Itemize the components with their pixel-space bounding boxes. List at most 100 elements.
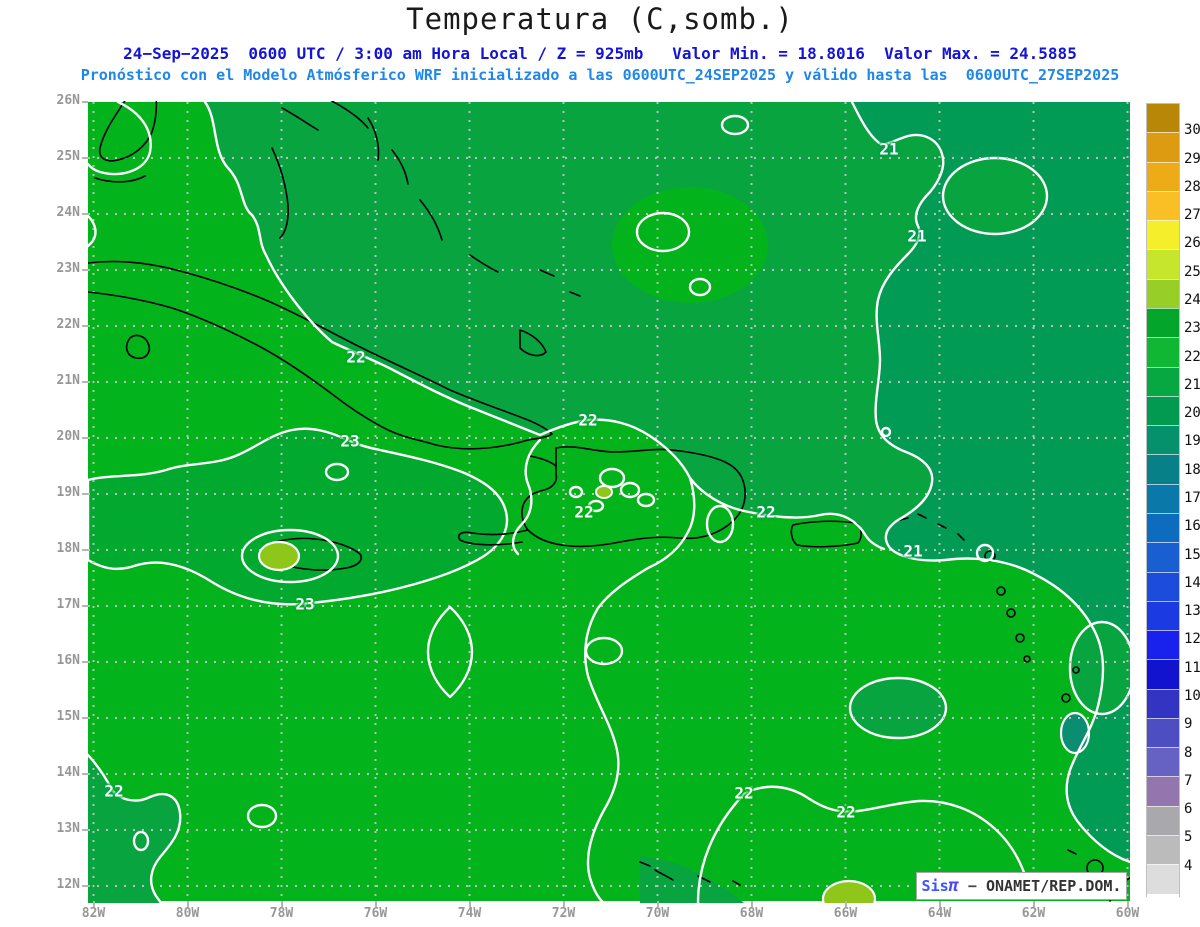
colorbar-value-label: 30	[1184, 122, 1200, 139]
lon-tick-label: 68W	[739, 906, 764, 921]
contour-label-21: 21	[879, 139, 899, 159]
chart-forecast-note: Pronóstico con el Modelo Atmósferico WRF…	[80, 66, 1120, 84]
colorbar-band	[1147, 425, 1179, 455]
page-title: Temperatura (C,somb.)	[406, 2, 794, 36]
colorbar-value-label: 9	[1184, 716, 1193, 733]
lat-tick-label: 24N	[56, 205, 80, 220]
colorbar-value-label: 8	[1184, 744, 1193, 761]
lon-tick-label: 64W	[927, 906, 952, 921]
chart-subtitle-datetime: 24−Sep−2025 0600 UTC / 3:00 am Hora Loca…	[123, 44, 1077, 63]
colorbar-band	[1147, 190, 1179, 221]
colorbar-value-label: 11	[1184, 659, 1200, 676]
lat-tick-mark	[82, 773, 88, 775]
lat-tick-label: 17N	[56, 597, 80, 612]
lon-tick-mark	[844, 901, 847, 907]
colorbar-value-label: 4	[1184, 857, 1193, 874]
contour-label-21: 21	[907, 226, 927, 246]
colorbar-value-label: 24	[1184, 292, 1200, 308]
lat-tick-label: 15N	[56, 709, 80, 724]
contour-label-22: 22	[756, 502, 776, 522]
colorbar-value-label: 28	[1184, 178, 1200, 195]
colorbar-band	[1147, 454, 1179, 484]
lat-tick-label: 19N	[56, 485, 80, 500]
watermark-sis: Sis	[921, 877, 949, 895]
lon-tick-mark	[374, 901, 377, 907]
colorbar	[1146, 103, 1180, 923]
colorbar-band	[1147, 483, 1179, 513]
watermark-box: Sis π − ONAMET/REP.DOM.	[916, 872, 1127, 900]
contour-label-22: 22	[574, 502, 594, 522]
colorbar-value-label: 23	[1184, 320, 1200, 337]
lat-tick-mark	[82, 829, 88, 831]
colorbar-band	[1147, 161, 1179, 191]
colorbar-band	[1147, 366, 1179, 396]
watermark-pi-icon: π	[948, 876, 959, 896]
colorbar-value-label: 10	[1184, 688, 1200, 704]
colorbar-band	[1147, 220, 1179, 250]
lat-tick-mark	[82, 605, 88, 607]
colorbar-value-label: 21	[1184, 376, 1200, 393]
contour-label-22: 22	[578, 410, 598, 430]
temperature-map	[88, 101, 1130, 903]
lat-tick-label: 22N	[56, 317, 80, 332]
lon-tick-label: 82W	[81, 906, 106, 921]
colorbar-value-label: 22	[1184, 348, 1200, 365]
colorbar-value-label: 26	[1184, 235, 1200, 252]
colorbar-value-label: 13	[1184, 603, 1200, 620]
lat-tick-mark	[82, 885, 88, 887]
lat-tick-mark	[82, 157, 88, 159]
lat-tick-mark	[82, 437, 88, 439]
colorbar-value-label: 14	[1184, 574, 1200, 591]
lat-tick-label: 23N	[56, 261, 80, 276]
contour-label-22: 22	[836, 802, 856, 822]
colorbar-band	[1147, 659, 1179, 689]
lon-tick-label: 76W	[363, 906, 388, 921]
colorbar-value-label: 15	[1184, 546, 1200, 563]
lon-tick-label: 74W	[457, 906, 482, 921]
contour-label-22: 22	[104, 781, 124, 801]
colorbar-band	[1147, 717, 1179, 748]
lat-tick-label: 25N	[56, 149, 80, 164]
lat-tick-mark	[82, 325, 88, 327]
lat-tick-mark	[82, 101, 88, 103]
lon-tick-label: 80W	[175, 906, 200, 921]
contour-label-21: 21	[903, 541, 923, 561]
lon-tick-label: 70W	[645, 906, 670, 921]
colorbar-value-label: 18	[1184, 461, 1200, 478]
colorbar-band	[1147, 688, 1179, 718]
lon-tick-label: 62W	[1021, 906, 1046, 921]
colorbar-band	[1147, 512, 1179, 543]
fill-band-24-25-jamaica	[257, 540, 301, 572]
lat-tick-label: 21N	[56, 373, 80, 388]
lon-tick-mark	[468, 901, 471, 907]
colorbar-value-label: 16	[1184, 518, 1200, 535]
colorbar-value-label: 20	[1184, 405, 1200, 422]
colorbar-band	[1147, 542, 1179, 572]
colorbar-value-label: 19	[1184, 433, 1200, 450]
colorbar-band	[1147, 893, 1179, 923]
contour-label-23: 23	[295, 594, 315, 614]
lat-tick-label: 12N	[56, 877, 80, 892]
lon-tick-label: 78W	[269, 906, 294, 921]
colorbar-value-label: 6	[1184, 801, 1193, 818]
lon-tick-mark	[562, 901, 565, 907]
lat-tick-label: 20N	[56, 429, 80, 444]
contour-label-23: 23	[340, 431, 360, 451]
colorbar-band	[1147, 776, 1179, 806]
colorbar-band	[1147, 630, 1179, 660]
colorbar-band	[1147, 395, 1179, 426]
colorbar-band	[1147, 600, 1179, 631]
lat-tick-mark	[82, 549, 88, 551]
lat-tick-mark	[82, 381, 88, 383]
lon-tick-mark	[186, 901, 189, 907]
colorbar-value-label: 17	[1184, 490, 1200, 506]
lat-tick-label: 16N	[56, 653, 80, 668]
colorbar-band	[1147, 278, 1179, 308]
lon-tick-mark	[938, 901, 941, 907]
lat-tick-label: 13N	[56, 821, 80, 836]
watermark-org: ONAMET/REP.DOM.	[985, 877, 1122, 895]
lat-tick-mark	[82, 213, 88, 215]
colorbar-value-label: 7	[1184, 772, 1193, 789]
colorbar-value-label: 5	[1184, 829, 1193, 846]
colorbar-band	[1147, 132, 1179, 162]
